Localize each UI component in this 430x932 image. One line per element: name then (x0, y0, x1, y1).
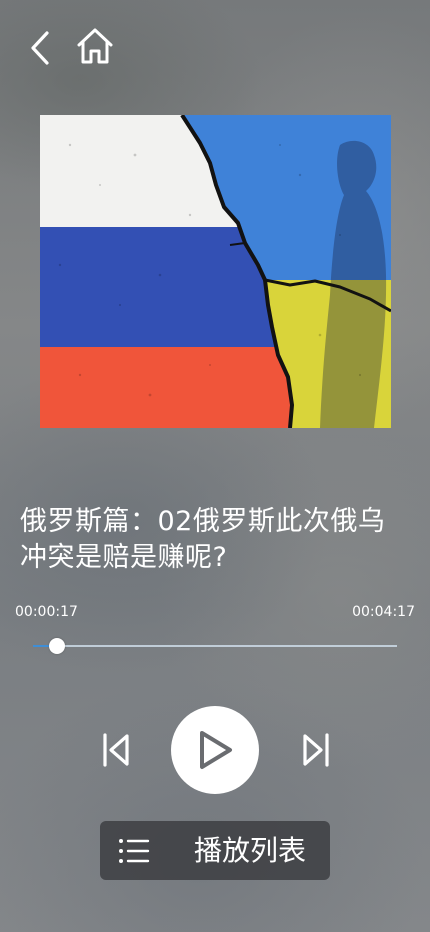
total-time: 00:04:17 (352, 604, 415, 620)
progress-knob[interactable] (49, 638, 66, 654)
playlist-label: 播放列表 (194, 834, 307, 867)
list-icon (119, 839, 150, 863)
playlist-button[interactable]: 播放列表 (100, 821, 330, 880)
track-title: 俄罗斯篇：02俄罗斯此次俄乌冲突是赔是赚呢? (20, 506, 386, 573)
back-button[interactable] (24, 28, 56, 68)
next-button[interactable] (296, 729, 336, 771)
top-bar (0, 0, 430, 90)
album-cover-image (40, 115, 391, 428)
skip-previous-icon (103, 733, 129, 767)
progress-slider[interactable] (33, 636, 397, 656)
play-button[interactable] (171, 706, 259, 794)
playback-controls (0, 705, 430, 795)
home-button[interactable] (74, 24, 116, 68)
skip-next-icon (303, 733, 329, 767)
chevron-left-icon (31, 31, 49, 65)
previous-button[interactable] (96, 729, 136, 771)
play-icon (200, 731, 232, 769)
home-icon (77, 28, 113, 64)
progress-track (33, 645, 397, 647)
current-time: 00:00:17 (15, 604, 78, 620)
album-cover (40, 115, 391, 428)
